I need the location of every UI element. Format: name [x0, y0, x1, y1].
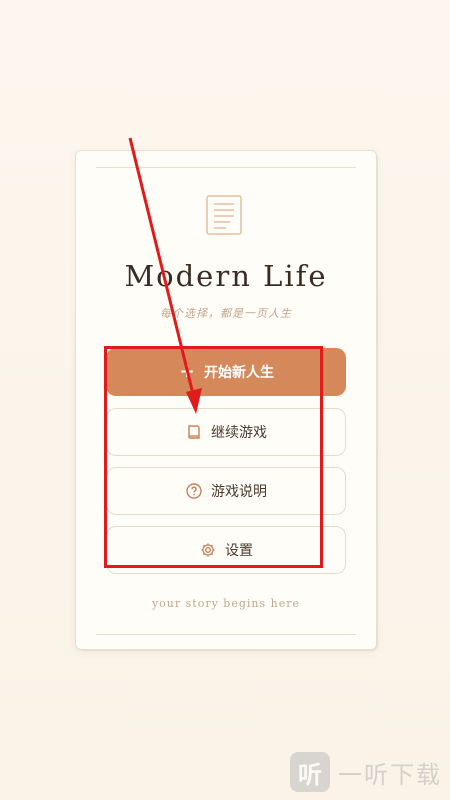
watermark-logo-icon: 听: [290, 752, 330, 792]
book-icon: [185, 423, 203, 441]
settings-button[interactable]: 设置: [106, 526, 346, 574]
start-label: 开始新人生: [204, 365, 274, 381]
help-circle-icon: [185, 482, 203, 500]
bottom-divider: [96, 634, 356, 635]
watermark-logo-char: 听: [298, 760, 322, 789]
gear-icon: [199, 541, 217, 559]
app-subtitle: 每个选择，都是一页人生: [160, 307, 292, 320]
top-divider: [96, 167, 356, 168]
game-help-button[interactable]: 游戏说明: [106, 467, 346, 515]
plus-icon: +: [179, 361, 195, 382]
screen: Modern Life 每个选择，都是一页人生 + 开始新人生 继续游戏 游戏说…: [0, 0, 450, 800]
watermark-text: 一听下载: [338, 760, 442, 789]
start-new-life-button[interactable]: + 开始新人生: [106, 348, 346, 396]
footer-tagline: your story begins here: [151, 597, 301, 610]
continue-game-button[interactable]: 继续游戏: [106, 408, 346, 456]
main-card: Modern Life 每个选择，都是一页人生 + 开始新人生 继续游戏 游戏说…: [75, 150, 377, 650]
continue-label: 继续游戏: [211, 425, 267, 441]
settings-label: 设置: [225, 543, 253, 559]
document-icon: [206, 195, 242, 235]
app-title: Modern Life: [124, 259, 328, 293]
watermark: 听 一听下载: [290, 752, 442, 792]
help-label: 游戏说明: [211, 484, 267, 500]
